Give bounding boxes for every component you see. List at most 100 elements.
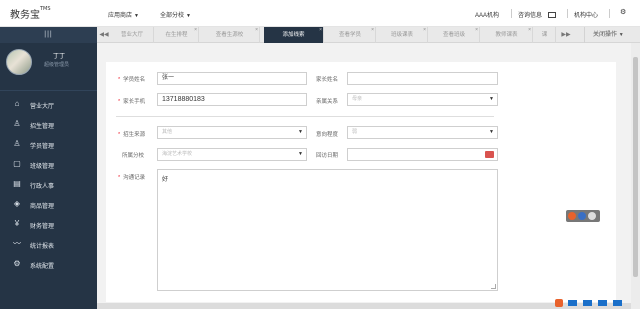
parent-phone-field[interactable]: 13718880183: [157, 93, 307, 106]
sidebar-item-label: 营业大厅: [30, 104, 55, 110]
divider: [609, 9, 610, 18]
field-value: 好: [162, 177, 169, 183]
close-icon[interactable]: ×: [371, 22, 374, 38]
sidebar-toggle[interactable]: |||: [0, 27, 97, 43]
sidebar-item-label: 招生管理: [30, 124, 55, 130]
tab-lobby[interactable]: 营业大厅: [111, 27, 154, 43]
brand-sup: TMS: [40, 5, 51, 12]
notes-label: * 沟通记录: [118, 173, 145, 181]
tab-view-classes[interactable]: 查看班级 ×: [429, 27, 480, 43]
user-plus-icon: ♙: [13, 119, 21, 128]
consult-label: 咨询信息: [518, 13, 543, 19]
tab-label: 课: [541, 32, 548, 38]
sidebar-item-finance[interactable]: ¥ 财务管理: [0, 215, 97, 235]
tab-label: 教师课表: [495, 32, 518, 38]
label-text: 意向程度: [316, 132, 339, 138]
relation-select[interactable]: 母亲 ▼: [347, 93, 498, 106]
select-value: 海淀艺术学校: [162, 151, 193, 157]
select-value: 母亲: [352, 96, 363, 102]
label-text: 亲属关系: [316, 99, 339, 105]
close-icon[interactable]: ×: [475, 22, 478, 38]
sidebar-item-lobby[interactable]: ⌂ 营业大厅: [0, 95, 97, 115]
tab-source-schools[interactable]: 查看生源校 ×: [200, 27, 260, 43]
divider: [567, 9, 568, 18]
close-icon[interactable]: ×: [319, 22, 322, 38]
required-star: *: [118, 99, 121, 105]
student-name-label: * 学员姓名: [118, 75, 145, 83]
sidebar-item-products[interactable]: ◈ 商品管理: [0, 195, 97, 215]
yen-icon: ¥: [14, 219, 20, 228]
divider: [511, 9, 512, 18]
tab-scroll-right-icon[interactable]: ▶▶: [559, 27, 573, 43]
sidebar-item-reports[interactable]: 〰 统计报表: [0, 235, 97, 255]
campus-select[interactable]: 海淀艺术学校 ▼: [157, 148, 307, 161]
notes-textarea[interactable]: 好: [157, 169, 498, 291]
gear-icon[interactable]: ⚙: [620, 8, 626, 16]
parent-name-label: 家长姓名: [316, 75, 338, 83]
parent-phone-label: * 家长手机: [118, 97, 145, 105]
tab-teacher-timetable[interactable]: 教师课表 ×: [481, 27, 533, 43]
revisit-date-label: 回访日期: [316, 151, 338, 159]
tab-schedule[interactable]: 在生排程 ×: [155, 27, 199, 43]
home-icon: ⌂: [14, 99, 20, 108]
tab-label: 营业大厅: [120, 32, 143, 38]
close-operations-menu[interactable]: 关闭操作 ▼: [584, 27, 640, 43]
revisit-date-field[interactable]: [347, 148, 498, 161]
resize-handle-icon[interactable]: [491, 284, 496, 289]
sidebar-item-label: 班级管理: [30, 164, 55, 170]
caret-down-icon: ▼: [134, 13, 139, 19]
source-select[interactable]: 其他 ▼: [157, 126, 307, 139]
tab-class-timetable[interactable]: 班级课表 ×: [377, 27, 428, 43]
sidebar-item-enrollment[interactable]: ♙ 招生管理: [0, 115, 97, 135]
app-store-menu[interactable]: 应用商店 ▼: [108, 10, 139, 19]
sidebar-item-admin[interactable]: ▤ 行政人事: [0, 175, 97, 195]
sidebar-item-students[interactable]: ♙ 学员管理: [0, 135, 97, 155]
ime-logo-icon: [568, 212, 576, 220]
sidebar-item-label: 商品管理: [30, 204, 55, 210]
calendar-icon[interactable]: [485, 151, 494, 158]
scrollbar-thumb[interactable]: [633, 57, 638, 277]
label-text: 所属分校: [122, 153, 145, 159]
admin-icon: ▤: [13, 179, 21, 188]
org-label: AAA机构: [475, 13, 500, 19]
tab-add-lead[interactable]: 添加线索 ×: [264, 27, 324, 43]
org-center-link[interactable]: 机构中心: [574, 10, 598, 19]
close-icon[interactable]: ×: [528, 22, 531, 38]
avatar[interactable]: [6, 49, 32, 75]
label-text: 家长姓名: [316, 77, 339, 83]
ime-tray[interactable]: [555, 299, 640, 309]
user-icon: ♙: [13, 139, 21, 148]
tab-view-students[interactable]: 查看学员 ×: [325, 27, 376, 43]
org-link[interactable]: AAA机构: [475, 10, 499, 19]
brand-logo[interactable]: 教务宝TMS: [10, 6, 51, 21]
intent-select[interactable]: 弱 ▼: [347, 126, 498, 139]
intent-label: 意向程度: [316, 130, 338, 138]
tab-label: 添加线索: [282, 32, 305, 38]
close-icon[interactable]: ×: [194, 22, 197, 38]
required-star: *: [118, 175, 121, 181]
close-icon[interactable]: ×: [255, 22, 258, 38]
section-divider: [116, 116, 494, 117]
sidebar-item-classes[interactable]: ▢ 班级管理: [0, 155, 97, 175]
sidebar: ||| 丁丁 超级管理员 ⌂ 营业大厅 ♙ 招生管理 ♙ 学员管理 ▢ 班级管理…: [0, 27, 97, 309]
tab-label: 查看生源校: [215, 32, 244, 38]
select-value: 其他: [162, 129, 173, 135]
tab-scroll-left-icon[interactable]: ◀◀: [97, 27, 111, 43]
close-icon[interactable]: ×: [423, 22, 426, 38]
add-lead-form: * 学员姓名 张一 家长姓名 * 家长手机 13718880183 亲属关系 母亲 ▼…: [106, 62, 616, 302]
required-star: *: [118, 132, 121, 138]
vertical-scrollbar[interactable]: [631, 43, 640, 309]
horizontal-scrollbar[interactable]: [97, 303, 631, 309]
parent-name-field[interactable]: [347, 72, 498, 85]
user-name: 丁丁: [53, 54, 66, 60]
campus-menu[interactable]: 全部分校 ▼: [160, 10, 191, 19]
consult-link[interactable]: 咨询信息: [518, 10, 556, 19]
tab-overflow[interactable]: 课: [534, 27, 556, 43]
class-icon: ▢: [13, 159, 21, 168]
sidebar-item-settings[interactable]: ⚙ 系统配置: [0, 255, 97, 275]
ime-toolbar[interactable]: [566, 210, 600, 222]
student-name-field[interactable]: 张一: [157, 72, 307, 85]
required-star: *: [118, 77, 121, 83]
caret-down-icon: ▼: [489, 129, 494, 135]
tab-bar: ◀◀ 营业大厅 在生排程 × 查看生源校 × 添加线索 × 查看学员 × 班级课表 × 查…: [97, 27, 640, 43]
